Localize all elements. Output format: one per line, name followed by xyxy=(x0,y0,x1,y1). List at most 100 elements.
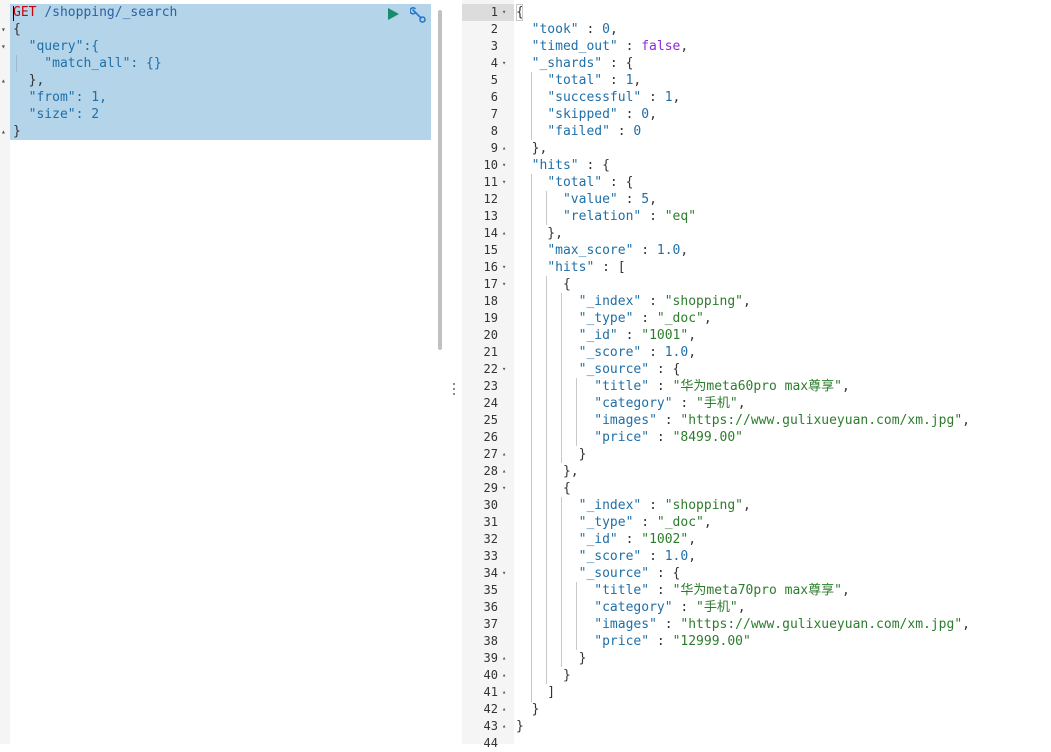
indent-guide xyxy=(576,582,577,650)
response-line: { xyxy=(516,277,571,292)
indent-guide xyxy=(531,72,532,140)
fold-arrow-icon[interactable]: ▾ xyxy=(502,4,506,21)
fold-arrow-icon[interactable]: ▾ xyxy=(502,259,506,276)
request-gutter xyxy=(0,0,10,744)
line-number: 11 xyxy=(483,175,498,189)
response-line: "_score" : 1.0, xyxy=(578,345,697,360)
request-body-text: "from": 1, xyxy=(13,90,107,105)
run-button[interactable] xyxy=(385,6,401,22)
fold-arrow-icon[interactable]: ▾ xyxy=(1,38,6,55)
line-number: 1 xyxy=(490,5,498,19)
indent-guide xyxy=(16,55,17,72)
fold-arrow-icon[interactable]: ▴ xyxy=(502,446,506,463)
response-line: "_shards" : { xyxy=(531,56,634,71)
line-number: 8 xyxy=(490,124,498,138)
response-line: "category" : "手机", xyxy=(594,396,746,411)
line-number: 15 xyxy=(483,243,498,257)
response-line: "took" : 0, xyxy=(531,22,618,37)
line-number: 31 xyxy=(483,515,498,529)
line-number: 42 xyxy=(483,702,498,716)
fold-arrow-icon[interactable]: ▾ xyxy=(502,565,506,582)
line-number: 26 xyxy=(483,430,498,444)
fold-arrow-icon[interactable]: ▾ xyxy=(502,174,506,191)
response-line: "failed" : 0 xyxy=(547,124,642,139)
line-number: 9 xyxy=(490,141,498,155)
request-method: GET xyxy=(13,5,37,20)
response-line: "total" : { xyxy=(547,175,634,190)
request-line[interactable]: GET /shopping/_search xyxy=(13,4,177,21)
fold-arrow-icon[interactable]: ▴ xyxy=(502,650,506,667)
fold-arrow-icon[interactable]: ▾ xyxy=(1,21,6,38)
line-number: 10 xyxy=(483,158,498,172)
fold-arrow-icon[interactable]: ▾ xyxy=(502,276,506,293)
line-number: 29 xyxy=(483,481,498,495)
response-line: } xyxy=(516,668,571,683)
scrollbar[interactable] xyxy=(438,10,442,350)
line-number: 41 xyxy=(483,685,498,699)
response-line: "hits" : { xyxy=(531,158,610,173)
request-body-text: "query":{ xyxy=(13,39,100,54)
line-number: 4 xyxy=(490,56,498,70)
fold-arrow-icon[interactable]: ▾ xyxy=(502,55,506,72)
line-number: 39 xyxy=(483,651,498,665)
response-line: "_id" : "1001", xyxy=(578,328,697,343)
indent-guide xyxy=(546,276,547,684)
wrench-icon xyxy=(409,7,426,23)
fold-arrow-icon[interactable]: ▴ xyxy=(1,72,6,89)
line-number: 16 xyxy=(483,260,498,274)
indent-guide xyxy=(561,293,562,463)
response-line: "max_score" : 1.0, xyxy=(547,243,689,258)
line-number: 32 xyxy=(483,532,498,546)
fold-arrow-icon[interactable]: ▴ xyxy=(502,225,506,242)
line-number: 27 xyxy=(483,447,498,461)
play-icon xyxy=(388,8,399,20)
response-line: } xyxy=(516,447,587,462)
response-viewer[interactable]: 1 ▾ 2 3 4 ▾ 5 6 7 8 9 ▴ 10 ▾ 11 ▾ 12 13 14 ▴ 15 16 ▾ 17 ▾ 18 19 20 2… xyxy=(462,0,1051,750)
settings-button[interactable] xyxy=(409,6,428,24)
request-editor[interactable]: ▾ ▾ ▴ ▴ GET /shopping/_search { "query":… xyxy=(0,0,445,744)
line-number: 22 xyxy=(483,362,498,376)
fold-arrow-icon[interactable]: ▴ xyxy=(502,463,506,480)
request-body-line: }, xyxy=(13,73,45,88)
fold-arrow-icon[interactable]: ▴ xyxy=(502,667,506,684)
request-body-line: "match_all": {} xyxy=(13,55,161,72)
request-body-line: { xyxy=(13,22,21,37)
fold-arrow-icon[interactable]: ▾ xyxy=(502,361,506,378)
bracket-match-marker xyxy=(516,4,523,21)
response-line: } xyxy=(516,651,587,666)
fold-arrow-icon[interactable]: ▴ xyxy=(1,123,6,140)
line-number: 37 xyxy=(483,617,498,631)
line-number: 23 xyxy=(483,379,498,393)
response-line: "_index" : "shopping", xyxy=(578,498,751,513)
line-number: 19 xyxy=(483,311,498,325)
line-number: 7 xyxy=(490,107,498,121)
line-number: 5 xyxy=(490,73,498,87)
line-number: 20 xyxy=(483,328,498,342)
fold-arrow-icon[interactable]: ▾ xyxy=(502,480,506,497)
request-body-line: } xyxy=(13,124,21,139)
response-line: } xyxy=(516,702,540,717)
response-line: }, xyxy=(516,226,563,241)
response-line: "total" : 1, xyxy=(547,73,642,88)
line-number: 36 xyxy=(483,600,498,614)
request-body-text: "size": 2 xyxy=(13,107,100,122)
line-number: 25 xyxy=(483,413,498,427)
line-number: 3 xyxy=(490,39,498,53)
fold-arrow-icon[interactable]: ▾ xyxy=(502,157,506,174)
line-number: 33 xyxy=(483,549,498,563)
resize-handle-icon[interactable] xyxy=(452,383,456,399)
indent-guide xyxy=(576,378,577,446)
response-line: "_index" : "shopping", xyxy=(578,294,751,309)
fold-arrow-icon[interactable]: ▴ xyxy=(502,701,506,718)
response-line: ] xyxy=(516,685,556,700)
response-line: "timed_out" : false, xyxy=(531,39,689,54)
line-number: 40 xyxy=(483,668,498,682)
fold-arrow-icon[interactable]: ▴ xyxy=(502,140,506,157)
indent-guide xyxy=(531,174,532,702)
fold-arrow-icon[interactable]: ▴ xyxy=(502,684,506,701)
pane-splitter[interactable] xyxy=(445,0,462,744)
response-line: "title" : "华为meta60pro max尊享", xyxy=(594,379,850,394)
line-number: 12 xyxy=(483,192,498,206)
fold-arrow-icon[interactable]: ▴ xyxy=(502,718,506,735)
indent-guide xyxy=(561,497,562,667)
